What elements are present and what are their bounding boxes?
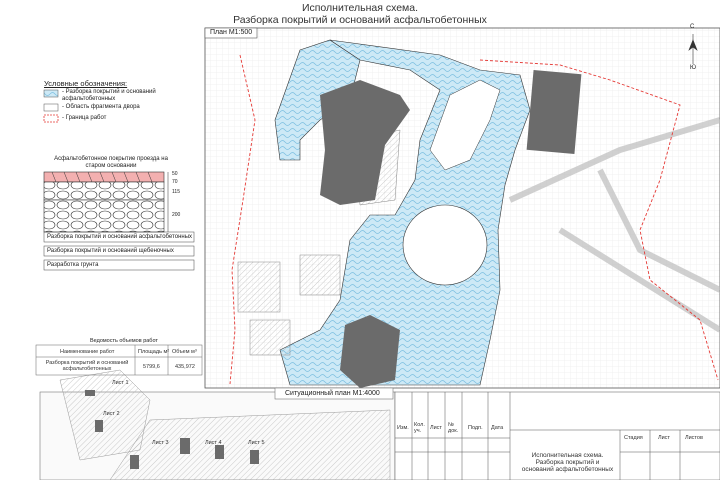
plan-label: План М1:500 — [210, 29, 253, 36]
volumes-header-area: Площадь м² — [138, 349, 170, 355]
section-row-gravel: Разборка покрытий и оснований щебеночных — [47, 248, 174, 254]
stamp-header-sheet: Лист — [658, 435, 670, 441]
pavement-section — [43, 171, 195, 271]
sheet-2-label: Лист 2 — [103, 411, 120, 417]
stamp-col-kol: Кол. уч. — [414, 422, 425, 434]
stamp-col-doc: № док. — [448, 422, 459, 434]
legend-item-yard: - Область фрагмента двора — [62, 104, 140, 110]
volumes-header-volume: Объем м³ — [172, 349, 197, 355]
north-bottom: Ю — [690, 65, 697, 71]
section-dim-2: 70 — [172, 179, 178, 185]
section-dim-1: 50 — [172, 171, 178, 177]
legend-swatch-asphalt — [43, 89, 59, 98]
situation-label: Ситуационный план М1:4000 — [285, 390, 380, 397]
stamp-col-podp: Подп. — [468, 425, 483, 431]
section-row-soil: Разработка грунта — [47, 262, 99, 268]
north-top: С — [690, 24, 695, 30]
volumes-row-area: 5799,6 — [143, 364, 160, 370]
legend-item-boundary: - Граница работ — [62, 115, 107, 121]
legend-item-asphalt: - Разборка покрытий и оснований асфальто… — [62, 89, 156, 102]
sheet-4-label: Лист 4 — [205, 440, 222, 446]
volumes-header-name: Наименование работ — [60, 349, 115, 355]
legend-title: Условные обозначения: — [44, 79, 128, 88]
stamp-header-stage: Стадия — [624, 435, 643, 441]
sheet-5-label: Лист 5 — [248, 440, 265, 446]
legend-swatch-yard — [43, 103, 59, 112]
volumes-row-name: Разборка покрытий и оснований асфальтобе… — [45, 360, 129, 372]
stamp-description: Исполнительная схема. Разборка покрытий … — [521, 452, 614, 473]
stamp-col-list: Лист — [430, 425, 442, 431]
section-row-asphalt: Разборка покрытий и оснований асфальтобе… — [47, 234, 193, 240]
plan-drawing — [35, 27, 720, 480]
section-dim-4: 200 — [172, 212, 181, 218]
stamp-col-izm: Изм. — [397, 425, 409, 431]
stamp-header-sheets: Листов — [685, 435, 703, 441]
sheet-1-label: Лист 1 — [112, 380, 129, 386]
stamp-col-date: Дата — [491, 425, 504, 431]
legend-swatch-boundary — [43, 114, 59, 123]
sheet-3-label: Лист 3 — [152, 440, 169, 446]
volumes-row-volume: 435,972 — [175, 364, 195, 370]
volumes-title: Ведомость объемов работ — [90, 338, 158, 344]
section-title: Асфальтобетонное покрытие проезда на ста… — [54, 156, 168, 169]
section-dim-3: 115 — [172, 189, 180, 195]
